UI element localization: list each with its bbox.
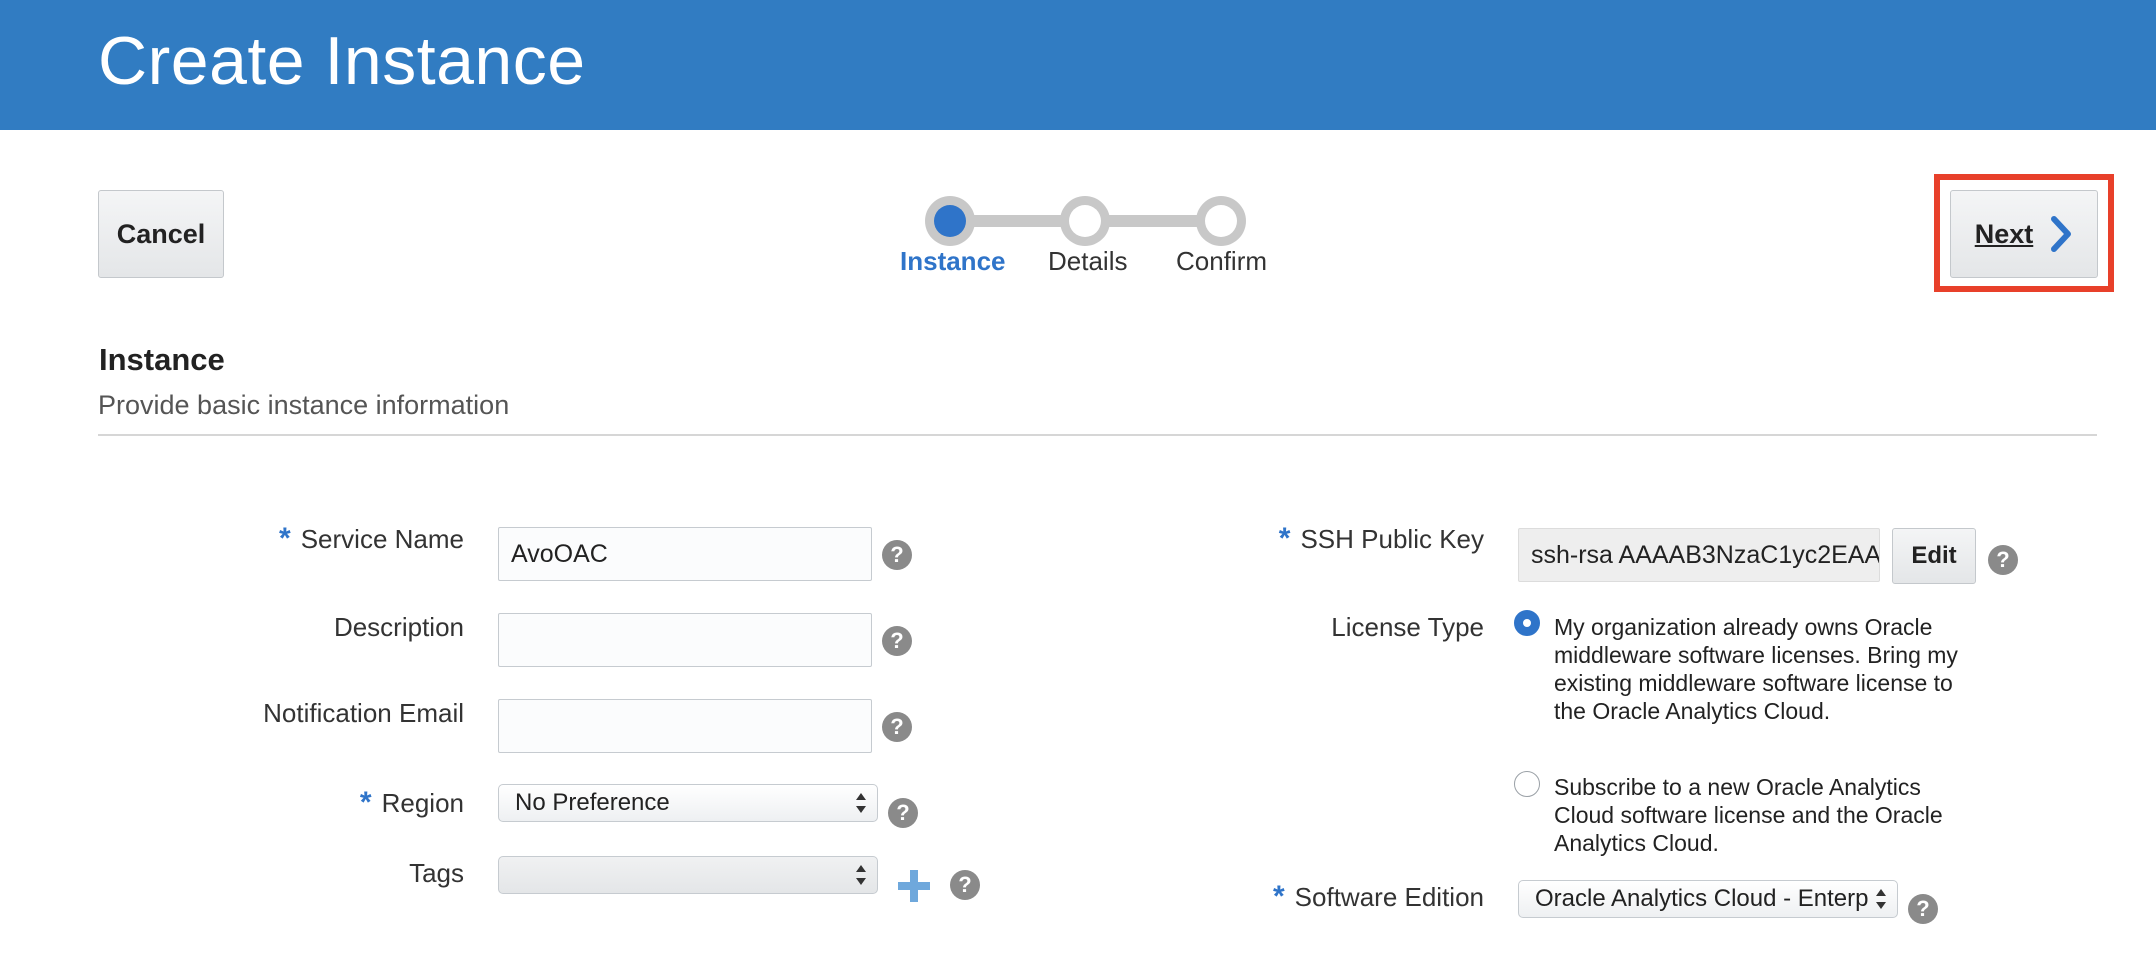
license-byol-radio[interactable]	[1514, 610, 1540, 636]
section-title: Instance	[99, 342, 225, 377]
plus-icon[interactable]	[896, 868, 932, 904]
help-icon[interactable]: ?	[882, 626, 912, 656]
service-name-input[interactable]: AvoOAC	[498, 527, 872, 581]
section-subtitle: Provide basic instance information	[98, 390, 510, 420]
region-select[interactable]: No Preference	[498, 784, 878, 822]
step-instance-label[interactable]: Instance	[900, 246, 1006, 277]
required-asterisk: *	[1278, 522, 1291, 555]
step-confirm-marker[interactable]	[1196, 196, 1246, 246]
select-arrows-icon	[1876, 889, 1886, 909]
software-edition-select-value: Oracle Analytics Cloud - Enterp	[1535, 885, 1869, 912]
step-details-label[interactable]: Details	[1048, 246, 1127, 277]
ssh-public-key-field: ssh-rsa AAAAB3NzaC1yc2EAA	[1518, 528, 1880, 582]
help-icon[interactable]: ?	[950, 870, 980, 900]
next-button[interactable]: Next	[1950, 190, 2098, 278]
step-confirm-label[interactable]: Confirm	[1176, 246, 1267, 277]
select-arrows-icon	[856, 865, 866, 885]
chevron-right-icon	[2051, 216, 2072, 252]
section-divider	[98, 434, 2097, 436]
software-edition-select[interactable]: Oracle Analytics Cloud - Enterp	[1518, 880, 1898, 918]
help-icon[interactable]: ?	[1908, 894, 1938, 924]
help-icon[interactable]: ?	[888, 798, 918, 828]
description-label: Description	[333, 612, 464, 642]
step-details-marker[interactable]	[1060, 196, 1110, 246]
help-icon[interactable]: ?	[1988, 545, 2018, 575]
notification-email-label: Notification Email	[263, 698, 464, 728]
tags-select[interactable]	[498, 856, 878, 894]
help-icon[interactable]: ?	[882, 712, 912, 742]
page-title: Create Instance	[98, 23, 586, 99]
license-type-label: License Type	[1331, 612, 1484, 642]
license-subscribe-radio[interactable]	[1514, 771, 1540, 797]
step-indicator: Instance Details Confirm	[900, 190, 1280, 280]
page-header: Create Instance	[0, 0, 2156, 130]
required-asterisk: *	[279, 522, 291, 555]
required-asterisk: *	[1272, 880, 1285, 913]
select-arrows-icon	[856, 793, 866, 813]
service-name-label: * Service Name	[279, 522, 464, 555]
region-label: * Region	[359, 786, 464, 819]
license-subscribe-option-text[interactable]: Subscribe to a new Oracle Analytics Clou…	[1554, 773, 1964, 857]
step-instance-marker[interactable]	[925, 196, 975, 246]
software-edition-label: * Software Edition	[1272, 880, 1484, 913]
ssh-public-key-label: * SSH Public Key	[1278, 522, 1484, 555]
required-asterisk: *	[359, 786, 372, 819]
edit-ssh-key-button[interactable]: Edit	[1892, 528, 1976, 584]
cancel-button-label: Cancel	[116, 218, 206, 249]
license-byol-option-text[interactable]: My organization already owns Oracle midd…	[1554, 613, 1964, 725]
next-button-label: Next	[1974, 218, 2034, 249]
cancel-button[interactable]: Cancel	[98, 190, 224, 278]
description-input[interactable]	[498, 613, 872, 667]
region-select-value: No Preference	[515, 789, 670, 816]
help-icon[interactable]: ?	[882, 540, 912, 570]
notification-email-input[interactable]	[498, 699, 872, 753]
tags-label: Tags	[409, 858, 464, 888]
